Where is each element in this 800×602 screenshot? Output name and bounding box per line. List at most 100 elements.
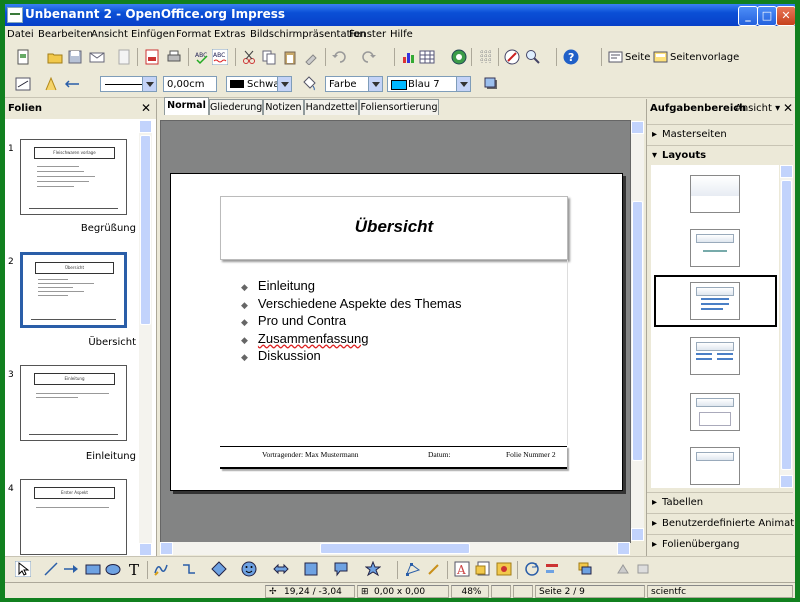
extrusion-toggle-icon[interactable] (635, 561, 651, 577)
copy-icon[interactable] (261, 49, 277, 65)
layout-title-object[interactable] (690, 447, 740, 485)
tab-notizen[interactable]: Notizen (263, 99, 304, 115)
rotate-icon[interactable] (524, 561, 540, 577)
section-masterseiten[interactable]: ▸ Masterseiten (647, 124, 793, 145)
extrusion-icon[interactable] (615, 561, 631, 577)
slide-title-box[interactable]: Übersicht (220, 196, 568, 260)
task-pane-view-menu[interactable]: Ansicht ▾ (735, 103, 780, 114)
task-pane-close-icon[interactable]: ✕ (783, 101, 793, 115)
curve-icon[interactable] (153, 561, 169, 577)
export-pdf-icon[interactable] (144, 49, 160, 65)
line-color-select[interactable]: Schwar (226, 76, 292, 92)
layout-title-only[interactable] (690, 229, 740, 267)
slide[interactable]: Übersicht ◆ Einleitung ◆ Verschiedene Aspe… (170, 173, 623, 491)
line-tool-icon[interactable] (43, 561, 59, 577)
menu-datei[interactable]: Datei (7, 29, 34, 40)
display-icon[interactable] (504, 49, 520, 65)
block-arrows-icon[interactable] (273, 561, 289, 577)
menu-fenster[interactable]: Fenster (349, 29, 386, 40)
chart-icon[interactable] (401, 49, 417, 65)
slides-pane-close-icon[interactable]: ✕ (141, 101, 151, 115)
title-bar[interactable]: Unbenannt 2 - OpenOffice.org Impress _ □… (5, 4, 795, 26)
help-icon[interactable]: ? (563, 49, 579, 65)
arrange-icon[interactable] (577, 561, 593, 577)
slide-thumb-1[interactable]: Fleischwaren vorlage (20, 139, 127, 215)
save-icon[interactable] (67, 49, 83, 65)
editing-horizontal-scrollbar[interactable] (160, 542, 630, 555)
layout-blank[interactable] (690, 175, 740, 213)
slide-content-box[interactable]: ◆ Einleitung ◆ Verschiedene Aspekte des Th… (221, 260, 568, 445)
seitenvorlage-button[interactable]: Seitenvorlage (670, 52, 739, 63)
spellcheck-icon[interactable]: ABC (194, 49, 210, 65)
section-benutzerdefinierte-animation[interactable]: ▸ Benutzerdefinierte Animation (647, 513, 795, 534)
rectangle-icon[interactable] (85, 561, 101, 577)
layouts-scrollbar[interactable] (780, 165, 793, 488)
fontwork-icon[interactable]: A (454, 561, 470, 577)
shadow-icon[interactable] (483, 76, 499, 92)
line-style-icon[interactable] (15, 76, 31, 92)
tab-gliederung[interactable]: Gliederung (209, 99, 263, 115)
line-width-input[interactable]: 0,00cm (163, 76, 217, 92)
email-icon[interactable] (89, 49, 105, 65)
callouts-icon[interactable] (333, 561, 349, 577)
arrow-style-icon[interactable] (65, 76, 81, 92)
flowchart-icon[interactable] (303, 561, 319, 577)
slide-thumb-4[interactable]: Erster Aspekt (20, 479, 127, 555)
edit-file-icon[interactable] (116, 49, 132, 65)
basic-shapes-icon[interactable] (211, 561, 227, 577)
slide-icon[interactable] (608, 49, 624, 65)
gluepoints-icon[interactable] (426, 561, 442, 577)
status-zoom[interactable]: 48% (451, 585, 489, 598)
connector-icon[interactable] (181, 561, 197, 577)
layout-title-content[interactable] (690, 282, 740, 320)
layout-centered-text[interactable] (690, 393, 740, 431)
table-icon[interactable] (419, 49, 435, 65)
slide-thumb-3[interactable]: Einleitung (20, 365, 127, 441)
menu-ansicht[interactable]: Ansicht (91, 29, 128, 40)
new-document-icon[interactable] (15, 49, 31, 65)
print-icon[interactable] (166, 49, 182, 65)
symbol-shapes-icon[interactable] (241, 561, 257, 577)
from-file-icon[interactable] (475, 561, 491, 577)
area-color-select[interactable]: Blau 7 (387, 76, 471, 92)
slides-pane-scrollbar[interactable] (139, 120, 152, 556)
menu-einfuegen[interactable]: Einfügen (131, 29, 175, 40)
select-arrow-icon[interactable] (15, 561, 31, 577)
maximize-button[interactable]: □ (757, 6, 777, 26)
stars-icon[interactable] (365, 561, 381, 577)
redo-icon[interactable] (361, 49, 377, 65)
clone-format-icon[interactable] (303, 49, 319, 65)
line-icon[interactable] (43, 76, 59, 92)
menu-format[interactable]: Format (176, 29, 211, 40)
section-tabellen[interactable]: ▸ Tabellen (647, 492, 793, 513)
slide-design-icon[interactable] (653, 49, 669, 65)
area-style-select[interactable]: Farbe (325, 76, 383, 92)
paste-icon[interactable] (282, 49, 298, 65)
ellipse-icon[interactable] (105, 561, 121, 577)
section-layouts[interactable]: ▾ Layouts (647, 145, 793, 166)
navigator-icon[interactable] (451, 49, 467, 65)
line-style-select[interactable] (100, 76, 157, 92)
open-folder-icon[interactable] (47, 49, 63, 65)
slide-canvas[interactable]: Übersicht ◆ Einleitung ◆ Verschiedene Aspe… (160, 120, 631, 543)
minimize-button[interactable]: _ (738, 6, 758, 26)
arrow-line-icon[interactable] (63, 561, 79, 577)
tab-foliensortierung[interactable]: Foliensortierung (359, 99, 439, 115)
editing-vertical-scrollbar[interactable] (631, 121, 644, 541)
text-tool-icon[interactable]: T (127, 561, 143, 577)
seite-button[interactable]: Seite (625, 52, 650, 63)
menu-bearbeiten[interactable]: Bearbeiten (38, 29, 93, 40)
points-icon[interactable] (405, 561, 421, 577)
autospellcheck-icon[interactable]: ABC (212, 49, 228, 65)
tab-normal[interactable]: Normal (164, 97, 209, 115)
section-folienuebergang[interactable]: ▸ Folienübergang (647, 534, 793, 555)
slide-thumb-2[interactable]: Übersicht (20, 252, 127, 328)
alignment-icon[interactable] (545, 561, 561, 577)
layout-two-columns[interactable] (690, 337, 740, 375)
gallery-icon[interactable] (496, 561, 512, 577)
close-button[interactable]: ✕ (776, 6, 795, 26)
menu-extras[interactable]: Extras (214, 29, 246, 40)
cut-icon[interactable] (241, 49, 257, 65)
menu-hilfe[interactable]: Hilfe (390, 29, 413, 40)
fill-bucket-icon[interactable] (301, 76, 317, 92)
